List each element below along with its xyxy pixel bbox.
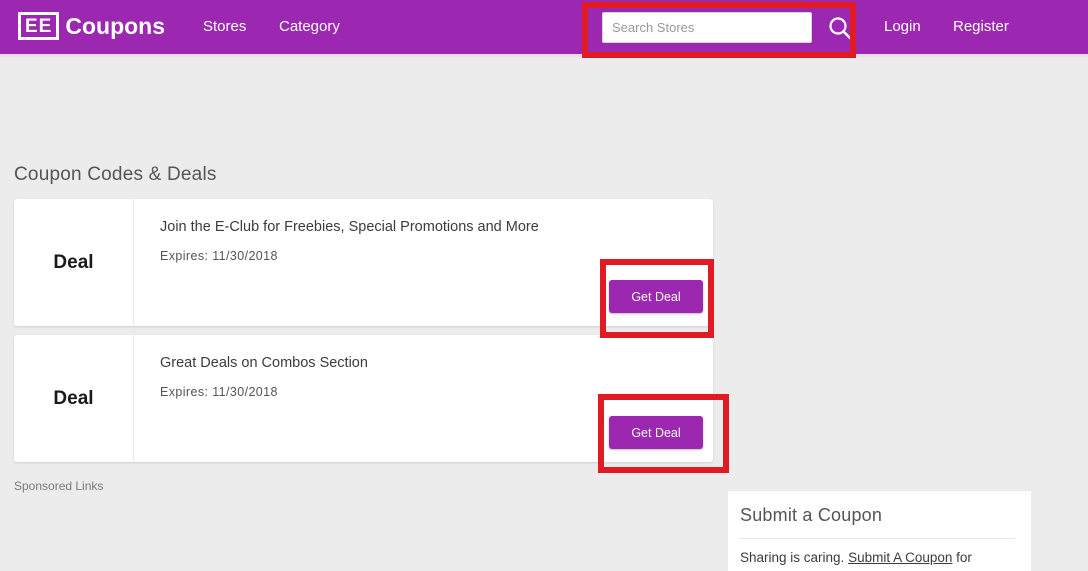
get-deal-button[interactable]: Get Deal	[609, 416, 703, 449]
logo-word: Coupons	[65, 12, 166, 39]
search-icon	[829, 16, 852, 39]
deal-card[interactable]: Deal Join the E-Club for Freebies, Speci…	[14, 199, 713, 326]
submit-coupon-text: Sharing is caring. Submit A Coupon for	[740, 549, 1015, 567]
search-input[interactable]	[602, 12, 812, 43]
deal-title: Great Deals on Combos Section	[160, 355, 368, 371]
deal-content: Join the E-Club for Freebies, Special Pr…	[134, 199, 713, 326]
header-underline	[0, 54, 1088, 59]
nav-item-register[interactable]: Register	[953, 18, 1009, 35]
get-deal-button[interactable]: Get Deal	[609, 280, 703, 313]
deal-expiry: Expires: 11/30/2018	[160, 249, 278, 263]
submit-coupon-heading: Submit a Coupon	[740, 505, 1015, 539]
page-title: Coupon Codes & Deals	[14, 164, 217, 185]
deal-expiry: Expires: 11/30/2018	[160, 385, 278, 399]
sponsored-links-label: Sponsored Links	[14, 479, 104, 493]
submit-text-before: Sharing is caring.	[740, 550, 849, 565]
submit-text-after: for	[952, 550, 972, 565]
deal-type-badge: Deal	[14, 199, 134, 326]
logo-mark-icon: EE	[18, 12, 60, 40]
deal-content: Great Deals on Combos Section Expires: 1…	[134, 335, 713, 462]
site-logo[interactable]: EE Coupons	[18, 10, 165, 42]
submit-a-coupon-link[interactable]: Submit A Coupon	[848, 550, 952, 565]
deal-type-badge: Deal	[14, 335, 134, 462]
page-root: EE Coupons Stores Category Login Registe…	[0, 0, 1088, 571]
submit-coupon-panel: Submit a Coupon Sharing is caring. Submi…	[728, 491, 1031, 571]
nav-item-category[interactable]: Category	[279, 18, 340, 35]
site-header: EE Coupons Stores Category Login Registe…	[0, 0, 1088, 54]
nav-item-stores[interactable]: Stores	[203, 18, 246, 35]
nav-item-login[interactable]: Login	[884, 18, 921, 35]
search-submit-button[interactable]	[826, 14, 854, 42]
deal-title: Join the E-Club for Freebies, Special Pr…	[160, 219, 539, 235]
search-area	[602, 12, 854, 43]
deal-card[interactable]: Deal Great Deals on Combos Section Expir…	[14, 335, 713, 462]
logo-mark-text: EE	[25, 15, 53, 37]
